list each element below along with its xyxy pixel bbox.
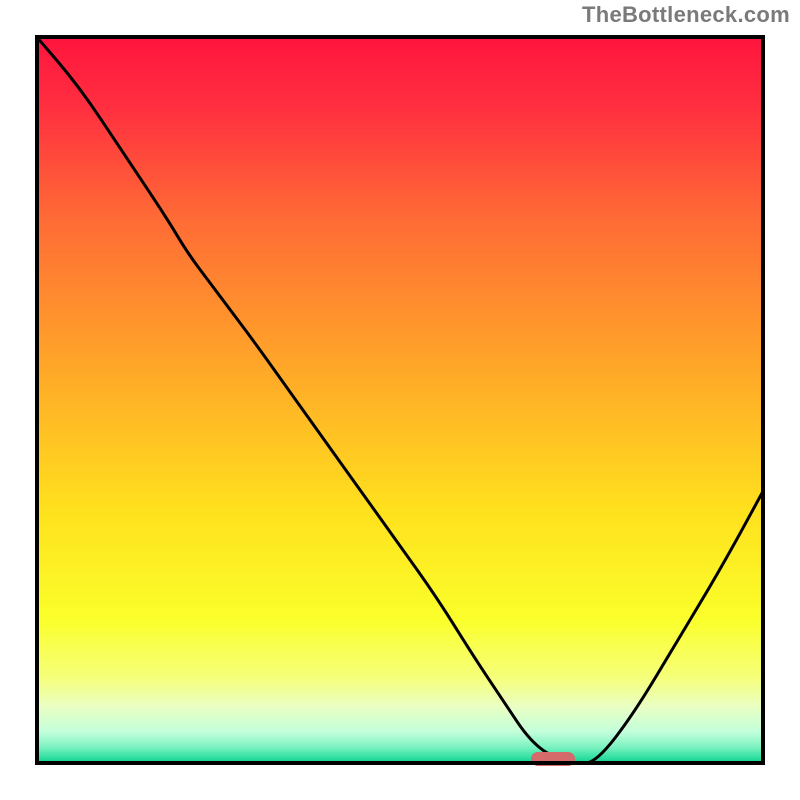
background-gradient xyxy=(35,35,765,765)
watermark-text: TheBottleneck.com xyxy=(582,2,790,28)
optimal-marker xyxy=(531,752,575,766)
plot-area xyxy=(35,35,765,765)
chart-stage: TheBottleneck.com xyxy=(0,0,800,800)
